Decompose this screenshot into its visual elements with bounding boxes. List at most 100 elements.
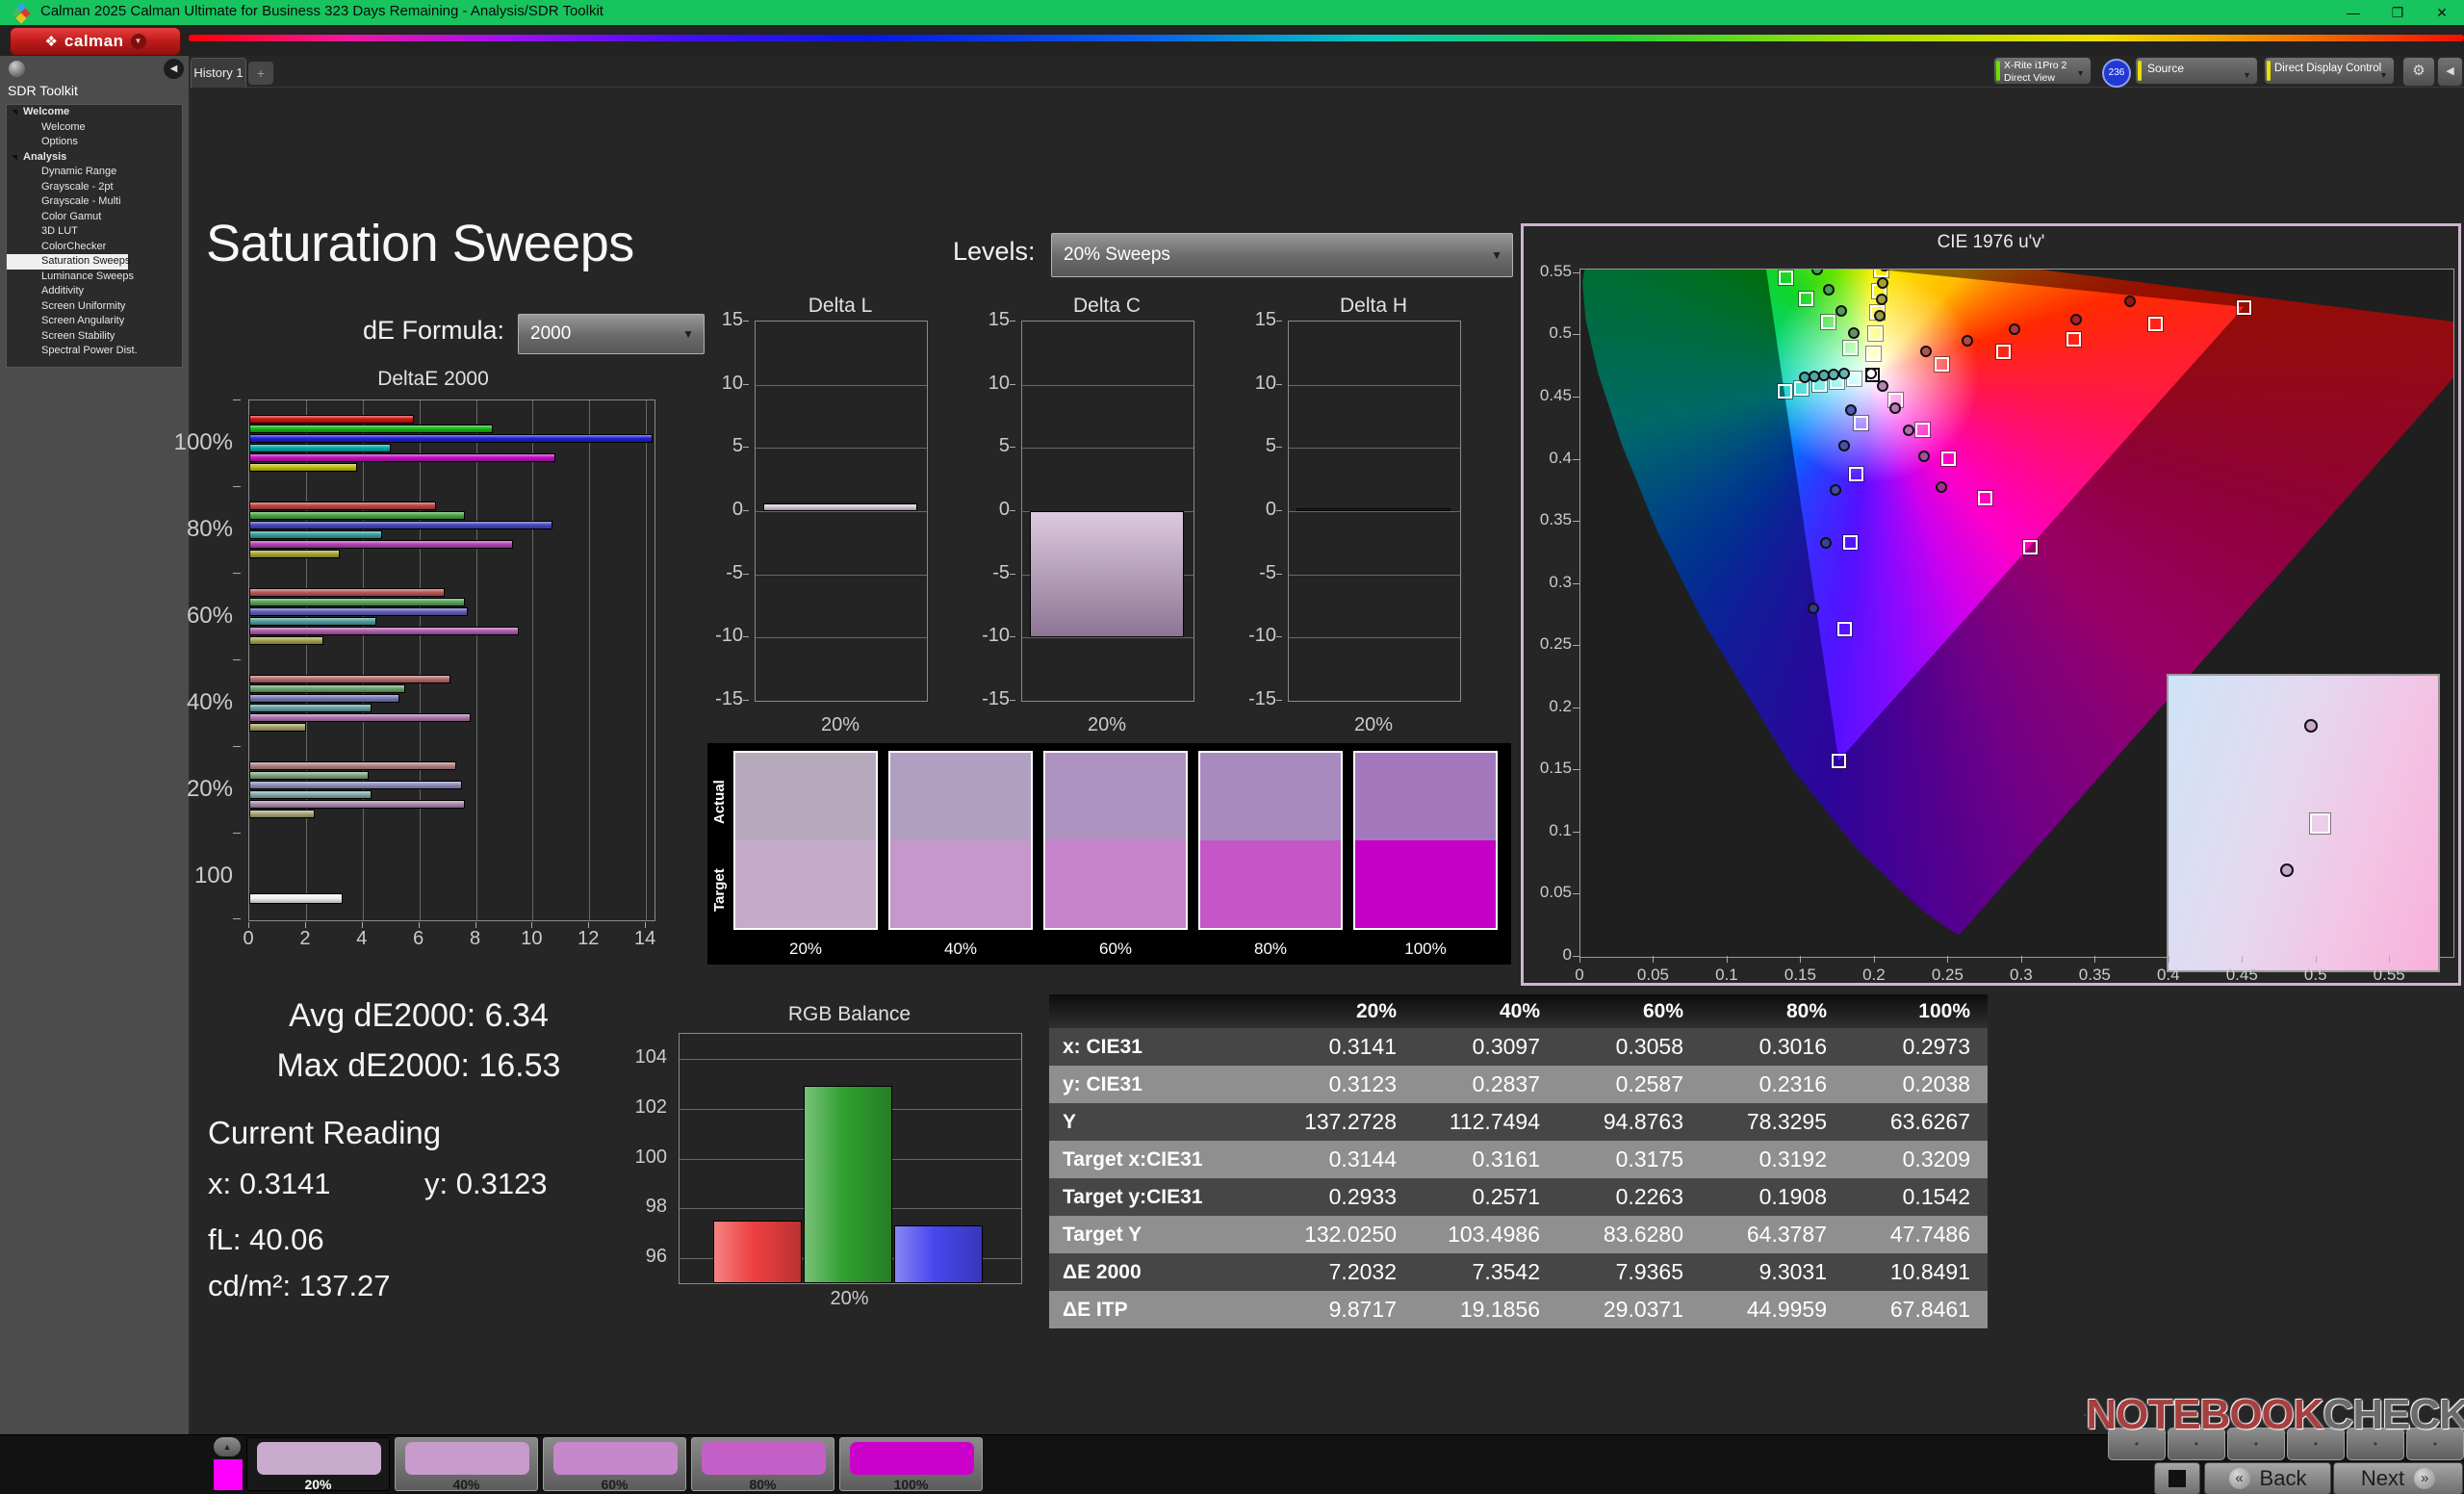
sidebar-item-luminance-sweeps[interactable]: Luminance Sweeps <box>7 270 182 285</box>
inset-measurement-marker <box>2304 719 2318 733</box>
sidebar-item-spectral-power-dist-[interactable]: Spectral Power Dist. <box>7 344 182 359</box>
pattern-thumb-label: 40% <box>396 1477 537 1492</box>
sidebar-item-options[interactable]: Options <box>7 135 182 150</box>
sidebar-collapse-button[interactable]: ◀ <box>164 59 184 79</box>
table-cell: 44.9959 <box>1701 1291 1844 1328</box>
table-cell: 94.8763 <box>1557 1103 1701 1141</box>
levels-select[interactable]: 20% Sweeps ▼ <box>1051 233 1513 277</box>
sidebar-item-dynamic-range[interactable]: Dynamic Range <box>7 165 182 180</box>
sidebar-item-screen-stability[interactable]: Screen Stability <box>7 329 182 345</box>
close-button[interactable]: ✕ <box>2420 0 2464 25</box>
deltae-bar-red <box>249 761 456 770</box>
minimize-button[interactable]: — <box>2331 0 2375 25</box>
next-button[interactable]: Next » <box>2333 1462 2463 1494</box>
sidebar-item-color-gamut[interactable]: Color Gamut <box>7 210 182 225</box>
table-cell: 10.8491 <box>1844 1253 1988 1291</box>
table-row: ΔE 20007.20327.35427.93659.303110.8491 <box>1049 1253 1988 1291</box>
sidebar-item-grayscale-multi[interactable]: Grayscale - Multi <box>7 194 182 210</box>
collapse-toolbar-button[interactable]: ◀ <box>2437 57 2463 87</box>
deltae-gridline <box>589 400 590 920</box>
sidebar-item-additivity[interactable]: Additivity <box>7 284 182 299</box>
delta-l-title: Delta L <box>745 295 936 318</box>
pattern-thumb-80%[interactable]: 80% <box>691 1437 834 1491</box>
maximize-button[interactable]: ❐ <box>2375 0 2420 25</box>
sidebar-item-grayscale-2pt[interactable]: Grayscale - 2pt <box>7 180 182 195</box>
deltae-group-label: 80% <box>137 516 233 543</box>
table-cell: 7.3542 <box>1414 1253 1557 1291</box>
calman-menu-button[interactable]: ❖ calman ▼ <box>10 27 181 56</box>
tree-item-label: 3D LUT <box>41 225 78 237</box>
display-control-button[interactable]: Direct Display Control ▼ <box>2264 57 2395 85</box>
table-cell: 9.3031 <box>1701 1253 1844 1291</box>
levels-value: 20% Sweeps <box>1064 245 1170 266</box>
calman-diamond-icon: ❖ <box>44 33 57 50</box>
delta_l-gridline <box>756 575 927 576</box>
sidebar-item-colorchecker[interactable]: ColorChecker <box>7 240 182 255</box>
workspace-tabbar: History 1 + X-Rite i1Pro 2 Direct View ▼… <box>189 56 2464 88</box>
table-row: Target y:CIE310.29330.25710.22630.19080.… <box>1049 1178 1988 1216</box>
add-tab-button[interactable]: + <box>248 62 273 85</box>
swatch-actual <box>1045 753 1186 840</box>
session-indicator-icon[interactable] <box>9 61 25 77</box>
source-select-button[interactable]: Source ▼ <box>2135 57 2258 85</box>
tab-history-1[interactable]: History 1 <box>191 58 246 88</box>
meter-count-badge[interactable]: 236 <box>2102 59 2131 88</box>
deltae-bar-cyan <box>249 530 382 539</box>
sidebar-item-welcome[interactable]: Welcome <box>7 120 182 136</box>
swatch-pair <box>1353 751 1498 930</box>
next-label: Next <box>2361 1466 2404 1491</box>
pattern-thumb-40%[interactable]: 40% <box>395 1437 538 1491</box>
source-status-accent <box>2138 61 2142 81</box>
delta_l-y-tick <box>743 636 749 637</box>
back-button[interactable]: « Back <box>2204 1462 2331 1494</box>
target-row-label: Target <box>711 847 729 934</box>
cie-y-tick <box>1573 956 1579 957</box>
deltae-bar-cyan <box>249 704 372 712</box>
pattern-thumb-20%[interactable]: 20% <box>246 1437 390 1491</box>
sidebar-item-saturation-sweeps[interactable]: Saturation Sweeps <box>7 254 128 270</box>
swatch-label: 20% <box>733 940 878 959</box>
max-de2000-stat: Max dE2000: 16.53 <box>202 1047 635 1085</box>
cie-y-tick <box>1573 397 1579 398</box>
delta_h-y-tick <box>1276 321 1282 322</box>
cie-y-tick <box>1573 893 1579 894</box>
cie-measurement-marker <box>1962 335 1973 347</box>
delta_c-gridline <box>1022 448 1194 449</box>
sidebar-item-welcome[interactable]: Welcome <box>7 105 182 120</box>
sidebar-item-screen-uniformity[interactable]: Screen Uniformity <box>7 299 182 315</box>
delta_c-y-tick-label: 5 <box>973 435 1010 457</box>
sidebar-item-3d-lut[interactable]: 3D LUT <box>7 224 182 240</box>
stop-button[interactable] <box>2154 1462 2200 1494</box>
delta_h-y-tick-label: -5 <box>1240 562 1276 584</box>
deltae-bar-white <box>249 893 343 904</box>
tree-expander-icon[interactable] <box>12 155 17 161</box>
pattern-thumb-60%[interactable]: 60% <box>543 1437 686 1491</box>
display-control-accent <box>2267 61 2271 81</box>
pattern-thumb-swatch <box>405 1442 529 1475</box>
table-header-cell: 100% <box>1844 994 1988 1028</box>
tree-expander-icon[interactable] <box>12 110 17 116</box>
table-header-cell: 20% <box>1270 994 1414 1028</box>
pattern-thumb-100%[interactable]: 100% <box>839 1437 983 1491</box>
deltae-bar-blue <box>249 781 462 789</box>
deltae-bar-blue <box>249 434 653 443</box>
table-cell: 112.7494 <box>1414 1103 1557 1141</box>
cie-measurement-marker <box>1936 481 1947 493</box>
settings-gear-button[interactable]: ⚙ <box>2402 57 2435 87</box>
cie-x-tick-label: 0.55 <box>2365 966 2413 985</box>
swatch-label: 60% <box>1043 940 1188 959</box>
pattern-expand-button[interactable]: ▲ <box>214 1437 241 1456</box>
meter-status-accent <box>1996 61 2000 81</box>
delta_l-y-tick <box>743 321 749 322</box>
delta_l-y-tick <box>743 574 749 575</box>
sidebar-item-analysis[interactable]: Analysis <box>7 150 182 166</box>
cie-y-tick-label: 0.3 <box>1529 573 1572 592</box>
cie-x-tick-label: 0.25 <box>1923 966 1971 985</box>
source-label: Source <box>2147 62 2184 75</box>
sidebar-item-screen-angularity[interactable]: Screen Angularity <box>7 314 182 329</box>
meter-select-button[interactable]: X-Rite i1Pro 2 Direct View ▼ <box>1993 57 2092 85</box>
cie-y-tick <box>1573 583 1579 584</box>
de-formula-select[interactable]: 2000 ▼ <box>518 314 705 354</box>
delta_l-y-axis: 151050-5-10-15 <box>706 321 749 700</box>
cie-x-tick <box>2094 956 2095 963</box>
